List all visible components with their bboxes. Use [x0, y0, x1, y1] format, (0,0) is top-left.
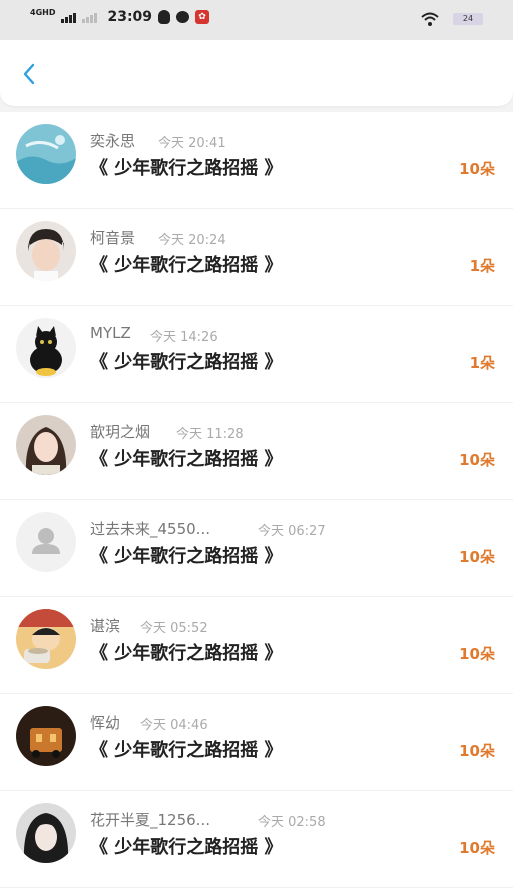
header-bar [0, 40, 513, 106]
list-item[interactable]: MYLZ 今天 14:26 《 少年歌行之路招摇 》 1朵 [0, 306, 513, 403]
flower-count: 10朵 [459, 839, 495, 857]
gift-record-list: 奕永思 今天 20:41 《 少年歌行之路招摇 》 10朵 柯音景 今天 20:… [0, 112, 513, 888]
flower-count: 10朵 [459, 645, 495, 663]
chat-icon [176, 11, 190, 23]
flower-count: 10朵 [459, 548, 495, 566]
wifi-icon [421, 12, 439, 26]
qq-icon [158, 10, 171, 24]
record-time: 今天 20:41 [158, 136, 226, 151]
song-title: 《 少年歌行之路招摇 》 [90, 837, 283, 858]
record-time: 今天 06:27 [258, 524, 326, 539]
avatar[interactable] [16, 415, 76, 475]
user-name: 过去未来_4550... [90, 520, 210, 538]
song-title: 《 少年歌行之路招摇 》 [90, 352, 283, 373]
user-name: 花开半夏_1256... [90, 811, 210, 829]
status-left: 4GHD 23:09 ✿ [30, 8, 210, 25]
list-item[interactable]: 花开半夏_1256... 今天 02:58 《 少年歌行之路招摇 》 10朵 [0, 791, 513, 888]
flower-count: 10朵 [459, 160, 495, 178]
song-title: 《 少年歌行之路招摇 》 [90, 449, 283, 470]
app-notification-icon: ✿ [195, 10, 210, 24]
avatar-image [16, 706, 76, 766]
status-time: 23:09 [107, 9, 153, 25]
song-title: 《 少年歌行之路招摇 》 [90, 158, 283, 179]
record-time: 今天 20:24 [158, 233, 226, 248]
avatar-image [16, 221, 76, 281]
record-time: 今天 11:28 [176, 427, 244, 442]
user-name: 奕永思 [90, 132, 136, 150]
list-item[interactable]: 柯音景 今天 20:24 《 少年歌行之路招摇 》 1朵 [0, 209, 513, 306]
avatar-image [16, 609, 76, 669]
list-item[interactable]: 过去未来_4550... 今天 06:27 《 少年歌行之路招摇 》 10朵 [0, 500, 513, 597]
avatar[interactable] [16, 512, 76, 572]
user-name: 歆玥之烟 [90, 423, 151, 441]
song-title: 《 少年歌行之路招摇 》 [90, 643, 283, 664]
user-name: MYLZ [90, 324, 131, 342]
signal-secondary-icon [82, 11, 98, 23]
flower-count: 10朵 [459, 742, 495, 760]
record-time: 今天 02:58 [258, 815, 326, 830]
record-time: 今天 14:26 [150, 330, 218, 345]
avatar-image [16, 415, 76, 475]
avatar[interactable] [16, 609, 76, 669]
list-item[interactable]: 奕永思 今天 20:41 《 少年歌行之路招摇 》 10朵 [0, 112, 513, 209]
signal-icon [61, 11, 77, 23]
back-button[interactable] [18, 62, 42, 86]
flower-count: 10朵 [459, 451, 495, 469]
network-type: 4GHD [30, 8, 56, 17]
battery-indicator: 24 [453, 13, 483, 25]
status-bar: 4GHD 23:09 ✿ 24 [0, 0, 513, 40]
avatar-image [16, 803, 76, 863]
avatar-image [16, 318, 76, 378]
avatar[interactable] [16, 318, 76, 378]
list-item[interactable]: 谌滨 今天 05:52 《 少年歌行之路招摇 》 10朵 [0, 597, 513, 694]
avatar[interactable] [16, 221, 76, 281]
list-item[interactable]: 恽幼 今天 04:46 《 少年歌行之路招摇 》 10朵 [0, 694, 513, 791]
default-avatar-icon [16, 512, 76, 572]
record-time: 今天 05:52 [140, 621, 208, 636]
song-title: 《 少年歌行之路招摇 》 [90, 546, 283, 567]
user-name: 谌滨 [90, 617, 121, 635]
status-right: 24 [421, 12, 483, 26]
flower-count: 1朵 [469, 257, 495, 275]
record-time: 今天 04:46 [140, 718, 208, 733]
user-name: 恽幼 [90, 714, 121, 732]
song-title: 《 少年歌行之路招摇 》 [90, 740, 283, 761]
avatar[interactable] [16, 706, 76, 766]
list-item[interactable]: 歆玥之烟 今天 11:28 《 少年歌行之路招摇 》 10朵 [0, 403, 513, 500]
flower-count: 1朵 [469, 354, 495, 372]
avatar[interactable] [16, 803, 76, 863]
avatar-image [16, 124, 76, 184]
user-name: 柯音景 [90, 229, 136, 247]
song-title: 《 少年歌行之路招摇 》 [90, 255, 283, 276]
avatar[interactable] [16, 124, 76, 184]
